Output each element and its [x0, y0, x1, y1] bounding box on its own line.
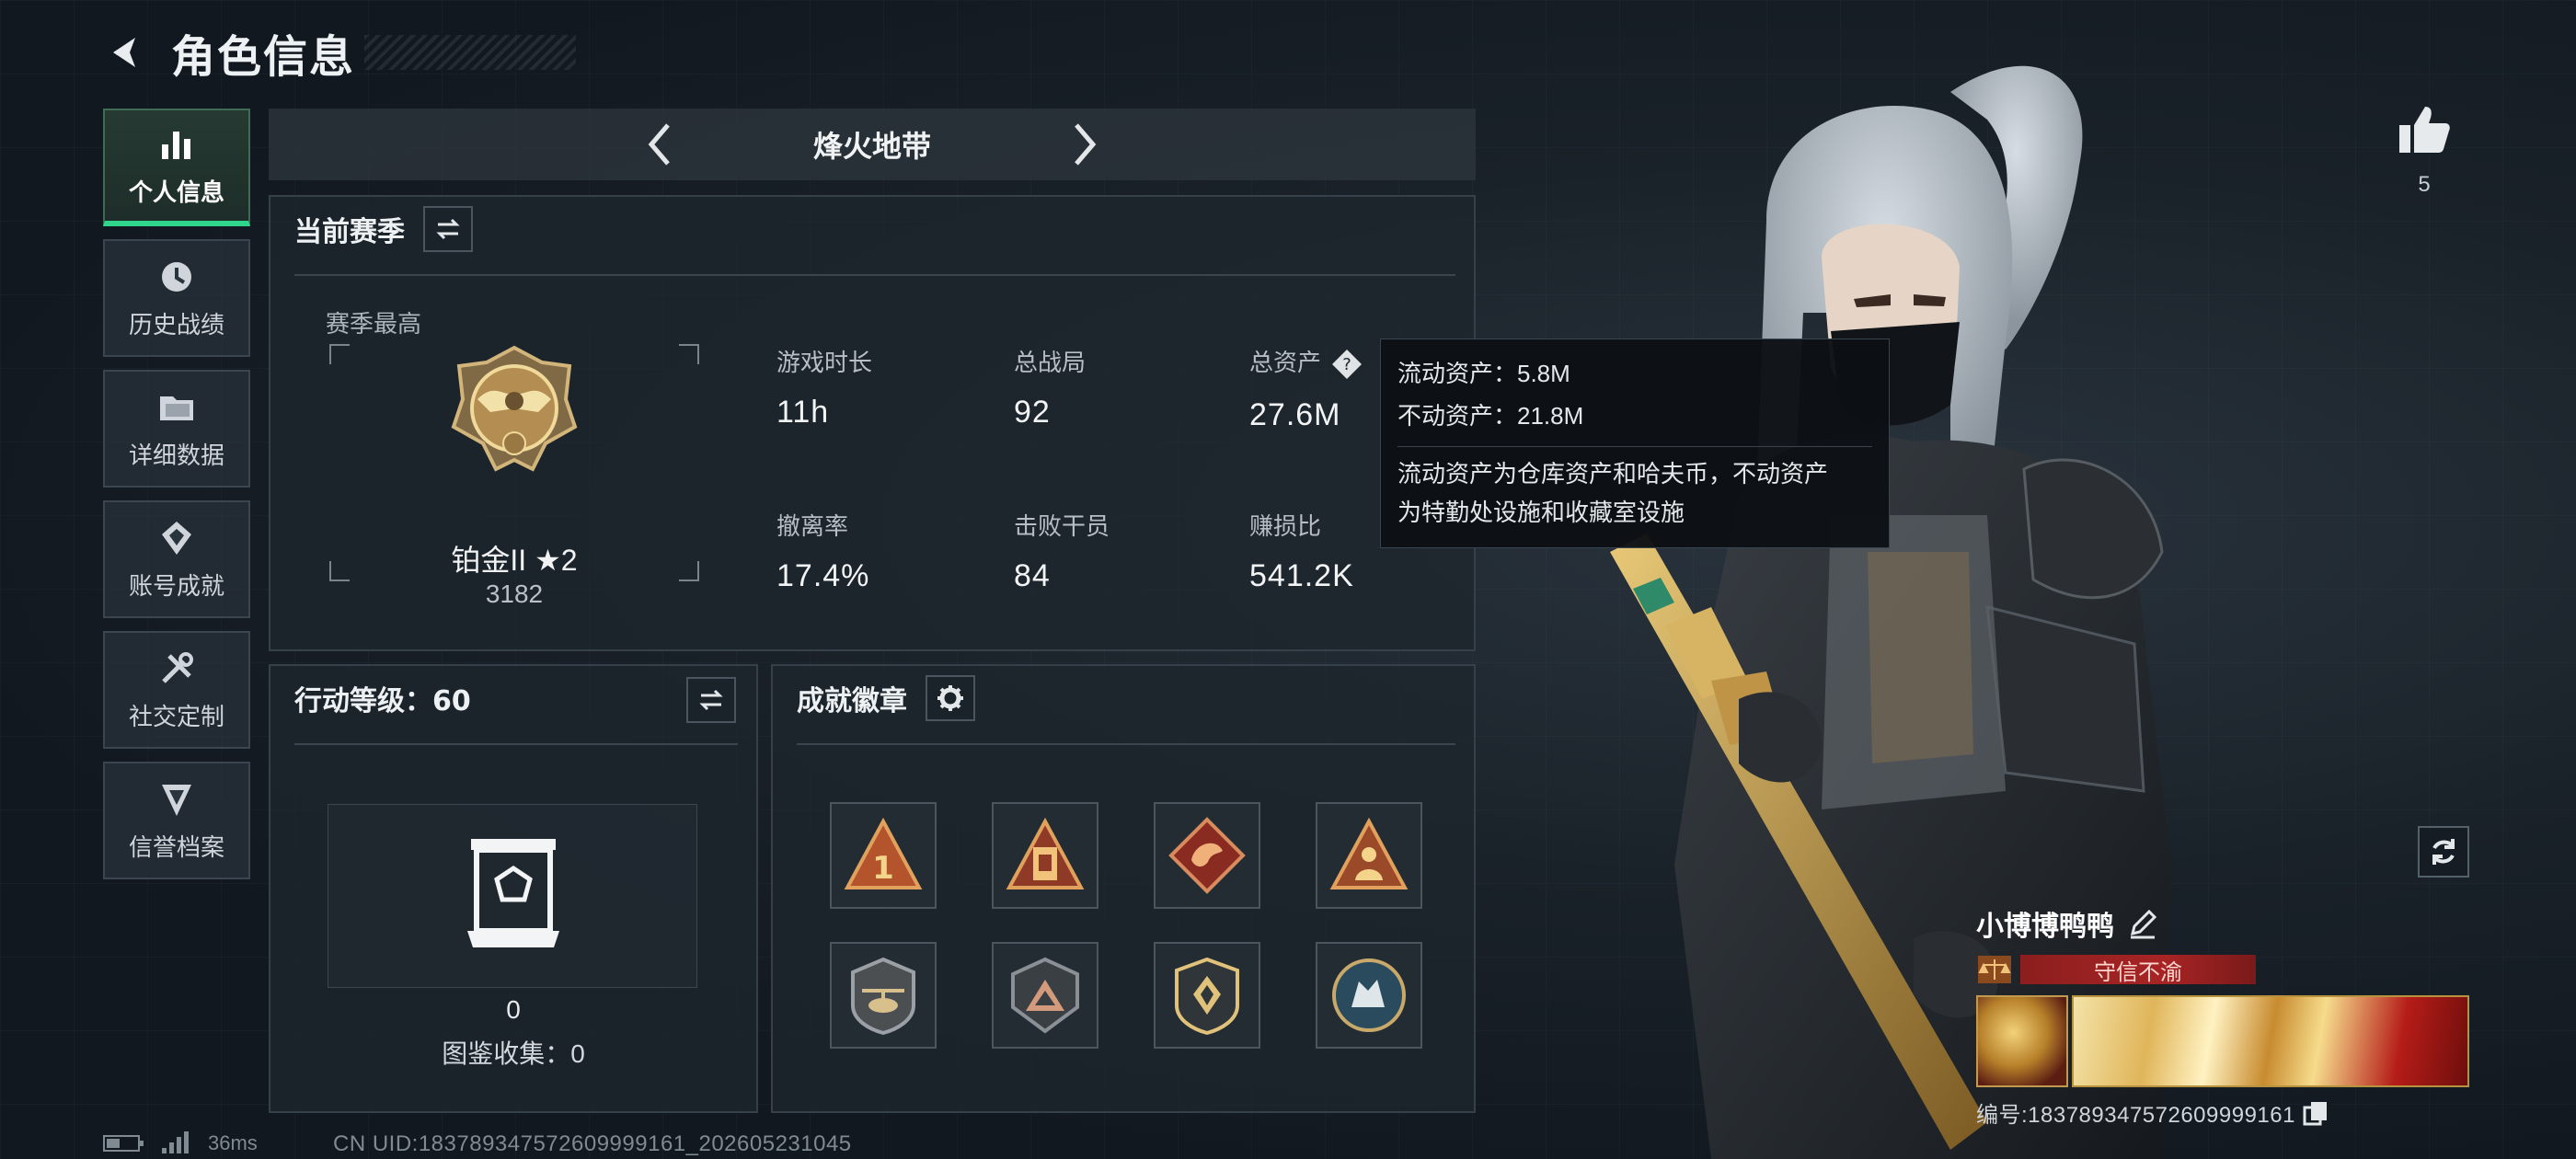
season-header: 当前赛季: [270, 197, 1474, 261]
edit-pencil-icon[interactable]: [2127, 908, 2158, 939]
svg-text:1: 1: [872, 850, 894, 887]
season-swap-button[interactable]: [423, 206, 473, 252]
tooltip-description: 流动资产为仓库资产和哈夫币，不动资产: [1397, 460, 1829, 488]
sidebar-item-personal-info[interactable]: 个人信息: [103, 109, 250, 226]
clock-icon: [162, 261, 191, 292]
sidebar-item-achievements[interactable]: 账号成就: [103, 500, 250, 618]
emblem-card[interactable]: [1976, 995, 2068, 1087]
page-title: 角色信息: [171, 33, 356, 82]
divider: [1397, 446, 1872, 447]
shield-icon: [162, 784, 191, 816]
swap-icon: [699, 689, 723, 711]
rank-one-badge[interactable]: 1: [830, 802, 937, 909]
action-level-title: 行动等级：60: [294, 685, 471, 717]
sidebar-item-label: 信誉档案: [128, 832, 224, 861]
collection-display-case-icon[interactable]: [466, 833, 561, 953]
achievement-header: 成就徽章: [773, 666, 1474, 730]
swap-icon: [436, 218, 460, 240]
divider: [797, 743, 1455, 745]
refresh-icon: [2432, 839, 2455, 865]
stat-operators-defeated: 击败干员 84: [1014, 512, 1110, 593]
sidebar-item-label: 社交定制: [128, 702, 224, 730]
copy-icon[interactable]: [2303, 1100, 2329, 1126]
sidebar-item-detail-data[interactable]: 详细数据: [103, 370, 250, 488]
badge-grid: 1: [830, 802, 1422, 1049]
sidebar-item-label: 账号成就: [128, 571, 224, 600]
helicopter-badge[interactable]: [830, 942, 937, 1049]
sidebar-item-history[interactable]: 历史战绩: [103, 239, 250, 357]
platinum-rank-emblem-icon: [451, 345, 578, 472]
stat-play-time: 游戏时长 11h: [776, 349, 873, 430]
rank-frame: 铂金II ★2 3182: [329, 344, 699, 608]
achievement-settings-button[interactable]: [926, 675, 975, 721]
signal-icon: [162, 1131, 189, 1153]
tactical-badge[interactable]: [1154, 942, 1260, 1049]
sidebar-item-label: 历史战绩: [128, 310, 224, 339]
soldier-badge[interactable]: [1316, 802, 1422, 909]
season-best-label: 赛季最高: [326, 310, 422, 338]
assets-tooltip: 流动资产：5.8M 不动资产：21.8M 流动资产为仓库资产和哈夫币，不动资产 …: [1380, 339, 1890, 548]
player-card: 小博博鸭鸭 守信不渝 编号:1837893475726099991​61: [1976, 901, 2473, 1129]
bar-chart-icon: [162, 131, 190, 159]
honor-title-badge: 守信不渝: [2020, 955, 2256, 985]
back-arrow-icon[interactable]: [101, 29, 147, 75]
divider: [294, 743, 738, 745]
player-name: 小博博鸭鸭: [1976, 912, 2114, 942]
title-decoration: [364, 35, 577, 70]
rank-score: 3182: [485, 580, 544, 608]
battery-icon: [103, 1135, 144, 1152]
player-serial: 编号:1837893475726099991​61: [1976, 1103, 2295, 1128]
achievement-icon: [162, 521, 191, 555]
account-uid: CN UID:1837893475726099991​61_2026052310…: [333, 1131, 852, 1156]
action-level-panel: 行动等级：60 0 图鉴收集：0: [269, 664, 758, 1113]
achievement-title: 成就徽章: [797, 686, 907, 717]
level-swap-button[interactable]: [686, 677, 736, 723]
like-button[interactable]: 5: [2392, 101, 2456, 198]
mountain-badge[interactable]: [992, 942, 1098, 1049]
folder-icon: [160, 396, 193, 420]
svg-text:?: ?: [1342, 355, 1351, 374]
rank-name: 铂金II ★2: [451, 544, 578, 577]
stat-extraction-rate: 撤离率 17.4%: [776, 512, 870, 593]
like-count: 5: [2418, 172, 2431, 197]
collection-count: 0: [506, 995, 521, 1024]
mode-title: 烽火地带: [812, 130, 931, 163]
achievement-badges-panel: 成就徽章 1: [771, 664, 1476, 1113]
next-mode-button[interactable]: [1056, 117, 1111, 172]
banner-card[interactable]: [2072, 995, 2469, 1087]
dragon-badge[interactable]: [1154, 802, 1260, 909]
sidebar-item-social[interactable]: 社交定制: [103, 631, 250, 749]
sidebar-item-label: 个人信息: [128, 178, 224, 206]
level-header: 行动等级：60: [270, 666, 756, 730]
tooltip-fixed-assets: 不动资产：21.8M: [1397, 402, 1584, 430]
tooltip-description: 为特勤处设施和收藏室设施: [1397, 499, 1685, 526]
collection-label: 图鉴收集：0: [442, 1039, 585, 1068]
header: 角色信息: [101, 20, 577, 85]
season-panel: 当前赛季 赛季最高 铂金II ★2 3182 游戏时长 11h 总战局 92 总…: [269, 195, 1476, 651]
sidebar-item-credit[interactable]: 信誉档案: [103, 762, 250, 879]
thumbs-up-icon: [2399, 107, 2450, 153]
sidebar-item-label: 详细数据: [128, 441, 224, 469]
mode-selector: 烽火地带: [269, 109, 1476, 180]
scale-emblem-icon: [1978, 956, 2011, 983]
sidebar: 个人信息 历史战绩 详细数据 账号成就 社交定制 信誉档案: [103, 109, 250, 892]
refresh-button[interactable]: [2418, 826, 2469, 878]
ping-value: 36ms: [208, 1131, 258, 1154]
prev-mode-button[interactable]: [633, 117, 688, 172]
help-question-icon[interactable]: ?: [1330, 348, 1363, 381]
divider: [294, 274, 1455, 276]
wolf-badge[interactable]: [1316, 942, 1422, 1049]
stat-total-matches: 总战局 92: [1014, 349, 1087, 430]
tools-icon: [162, 651, 193, 683]
season-title: 当前赛季: [294, 217, 405, 247]
gear-icon: [937, 685, 963, 711]
tower-badge[interactable]: [992, 802, 1098, 909]
status-bar: 36ms: [103, 1130, 258, 1157]
tooltip-liquid-assets: 流动资产：5.8M: [1397, 360, 1570, 387]
